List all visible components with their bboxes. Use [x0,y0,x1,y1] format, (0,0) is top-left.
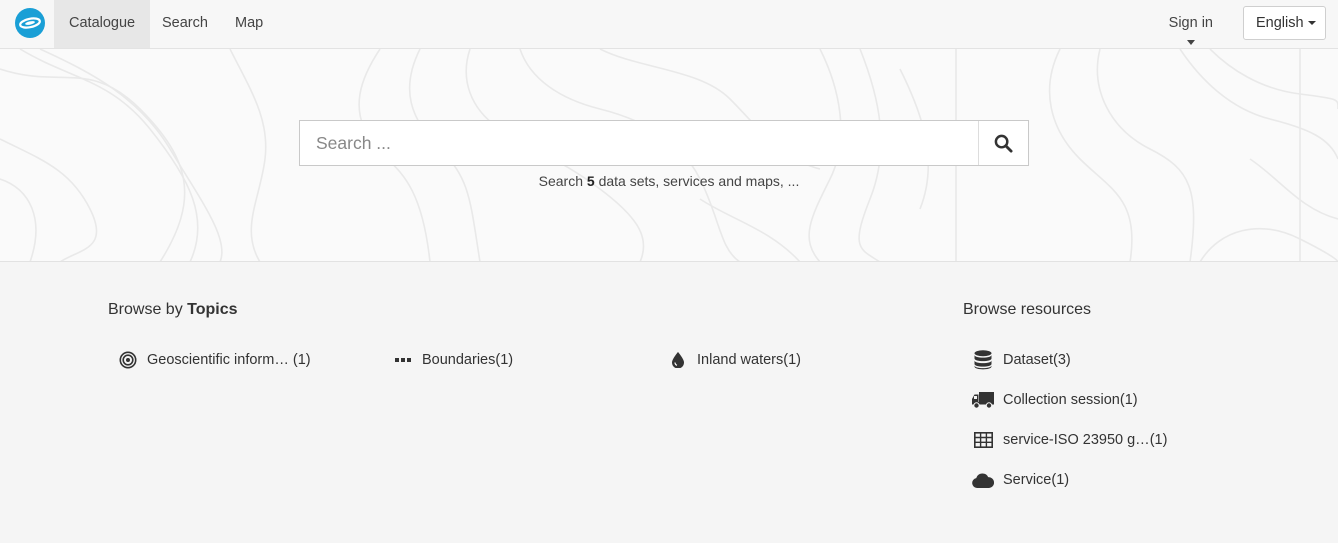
language-dropdown[interactable]: English [1243,6,1326,40]
search-hint: Search 5 data sets, services and maps, .… [538,173,800,189]
table-icon [972,429,994,451]
app-logo-icon[interactable] [15,8,45,38]
topic-boundaries[interactable]: Boundaries (1) [393,350,513,370]
topic-geoscientific[interactable]: Geoscientific inform… (1) [118,350,311,370]
nav-catalogue[interactable]: Catalogue [54,0,151,48]
bullseye-icon [118,350,138,370]
resource-service-iso[interactable]: service-ISO 23950 g… (1) [972,429,1167,451]
chevron-down-icon [1307,21,1316,26]
truck-icon [972,389,994,411]
ellipsis-icon [393,350,413,370]
resource-service[interactable]: Service (1) [972,469,1069,491]
tint-icon [668,350,688,370]
topic-inland-waters[interactable]: Inland waters (1) [668,350,801,370]
sign-in-caret-icon [1187,40,1195,45]
cloud-icon [972,469,994,491]
browse-resources-heading: Browse resources [963,301,1092,318]
top-navbar: Catalogue Search Map Sign in English [0,0,1338,49]
search-box [299,120,1029,166]
nav-search[interactable]: Search [147,0,223,48]
search-input[interactable] [300,121,978,165]
language-label: English [1256,15,1304,31]
database-icon [972,349,994,371]
resource-dataset[interactable]: Dataset (3) [972,349,1071,371]
dataset-count: 5 [586,173,595,189]
search-button[interactable] [978,121,1028,165]
search-icon [994,134,1013,153]
resource-collection-session[interactable]: Collection session (1) [972,389,1138,411]
browse-topics-heading: Browse by Topics [108,301,238,318]
nav-map[interactable]: Map [220,0,278,48]
hero-search-section: Search 5 data sets, services and maps, .… [0,49,1338,262]
